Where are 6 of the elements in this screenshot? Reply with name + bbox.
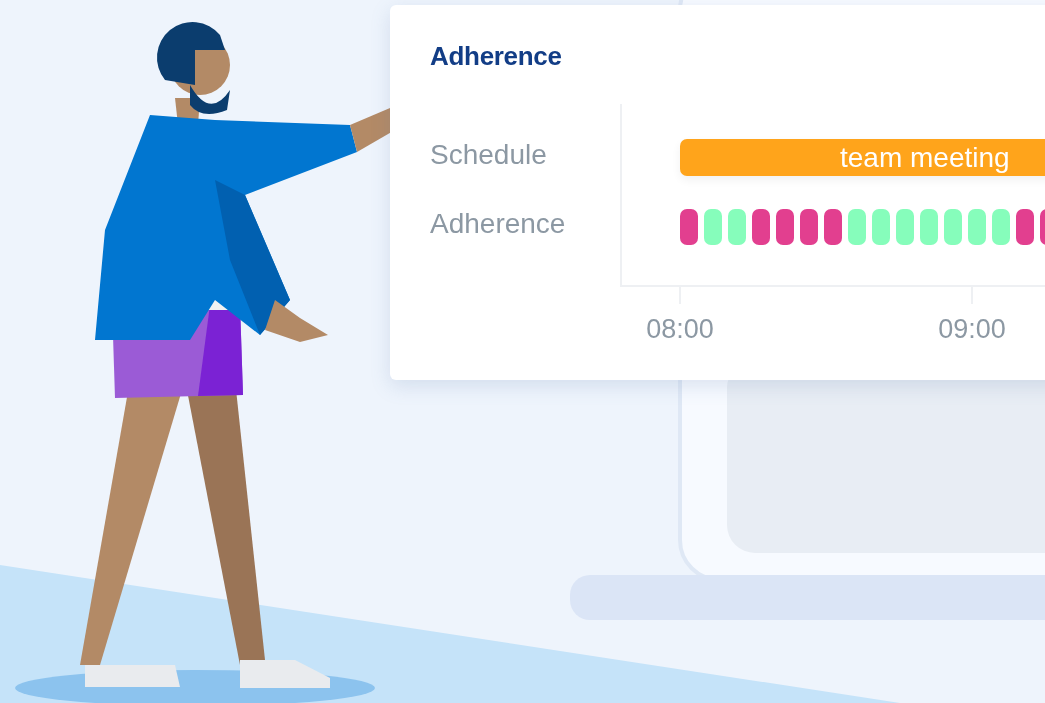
schedule-event-bar: team meeting [680,139,1045,176]
row-label: Schedule [430,139,548,171]
time-label: 09:00 [938,314,1006,345]
row-label: Adherence [430,208,567,240]
card-title: Adherence [430,41,563,72]
time-label: 08:00 [646,314,714,345]
